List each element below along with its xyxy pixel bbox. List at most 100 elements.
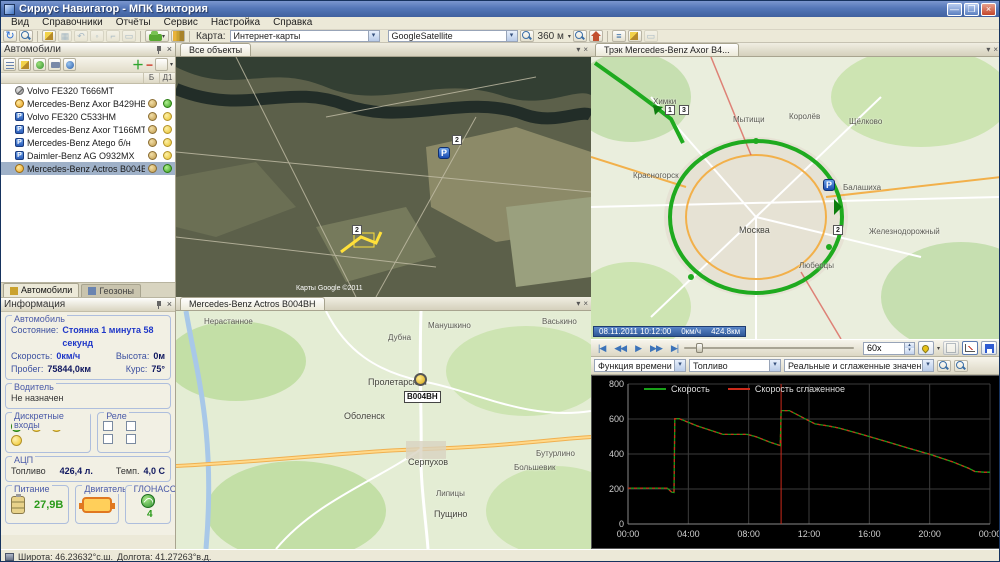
pin-icon[interactable] [155, 301, 163, 309]
close-icon[interactable]: × [993, 45, 998, 54]
relay-checkbox-4[interactable] [126, 434, 136, 444]
scale-value[interactable]: 360 м [536, 31, 566, 42]
marker-badge[interactable]: 2 [452, 135, 462, 145]
skip-start-button[interactable]: |◀ [595, 341, 608, 355]
remove-vehicle-button[interactable]: − [146, 60, 153, 70]
vehicle-row[interactable]: Mercedes-Benz Axor Т166МТ [1, 123, 175, 136]
refresh-button[interactable]: ↻ [3, 30, 17, 42]
relay-checkbox-3[interactable] [103, 434, 113, 444]
chart-parameter-combo[interactable]: Топливо▾ [689, 359, 781, 372]
paint-button[interactable] [18, 58, 31, 71]
close-button[interactable]: × [981, 3, 996, 16]
skip-end-button[interactable]: ▶| [668, 341, 681, 355]
vehicle-dropdown-button[interactable]: ▾ [145, 30, 169, 42]
chart-values-combo[interactable]: Реальные и сглаженные значен▾ [784, 359, 934, 372]
vehicle-row[interactable]: Volvo FE320 Т666МТ [1, 84, 175, 97]
chart-mode-combo[interactable]: Функция времени▾ [594, 359, 686, 372]
parking-marker[interactable]: P [438, 147, 450, 159]
slider-thumb[interactable] [696, 343, 703, 353]
edit-button[interactable] [42, 30, 56, 42]
menu-spravochniki[interactable]: Справочники [36, 17, 109, 29]
playback-speed-spinner[interactable]: 60x▴▾ [863, 342, 915, 355]
notes-button[interactable] [628, 30, 642, 42]
tab-vehicles[interactable]: Автомобили [3, 283, 79, 297]
view-mode-button[interactable] [155, 58, 168, 71]
tab-geozones[interactable]: Геозоны [81, 284, 141, 297]
status-dot-d1 [163, 112, 172, 121]
parking-marker[interactable]: P [823, 179, 835, 191]
zoom-out-button[interactable] [573, 30, 587, 42]
camera-button[interactable] [48, 58, 61, 71]
vehicle-marker[interactable] [414, 373, 427, 386]
menu-spravka[interactable]: Справка [267, 17, 318, 29]
rewind-button[interactable]: ◀◀ [611, 341, 629, 355]
ruler-button[interactable]: ⌐ [106, 30, 120, 42]
vehicle-row[interactable]: Daimler-Benz AG О932МХ [1, 149, 175, 162]
map-source-combo[interactable]: Интернет-карты▾ [230, 30, 380, 42]
chart-button[interactable] [171, 30, 185, 42]
relay-checkbox-1[interactable] [103, 421, 113, 431]
globe-button[interactable] [63, 58, 76, 71]
menu-servis[interactable]: Сервис [158, 17, 204, 29]
tab-track[interactable]: Трэк Mercedes-Benz Axor В4... [595, 43, 739, 56]
sort-button[interactable] [3, 58, 16, 71]
track-flag[interactable]: 3 [679, 105, 689, 115]
add-vehicle-button[interactable]: ＋ [132, 59, 144, 71]
grid-button[interactable]: ▦ [58, 30, 72, 42]
marker-mode-button[interactable] [918, 341, 934, 355]
chevron-down-icon[interactable]: ▾ [170, 61, 173, 68]
spin-down-icon[interactable]: ▾ [905, 348, 914, 354]
pin-icon[interactable] [155, 46, 163, 54]
menu-nastroyka[interactable]: Настройка [205, 17, 266, 29]
maximize-button[interactable]: ❐ [964, 3, 979, 16]
close-icon[interactable]: × [583, 45, 588, 54]
menu-otchety[interactable]: Отчёты [110, 17, 157, 29]
tab-list-icon[interactable]: ▾ [986, 45, 990, 54]
vehicle-row[interactable]: Mercedes-Benz Axor В429НВ [1, 97, 175, 110]
column-b[interactable]: Б [143, 73, 159, 83]
extra-button[interactable]: ▭ [644, 30, 658, 42]
home-button[interactable] [589, 30, 603, 42]
play-button[interactable]: ▶ [632, 341, 644, 355]
fast-forward-button[interactable]: ▶▶ [647, 341, 665, 355]
map-layer-combo[interactable]: GoogleSatellite▾ [388, 30, 518, 42]
map-label: Нерастанное [204, 317, 253, 326]
minimize-button[interactable]: — [947, 3, 962, 16]
follow-checkbox[interactable] [943, 341, 959, 355]
tab-list-icon[interactable]: ▾ [576, 299, 580, 308]
save-button[interactable] [981, 341, 997, 355]
tab-actros-map[interactable]: Mercedes-Benz Actros В004ВН [180, 297, 325, 310]
actros-map[interactable]: Нерастанное Манушкино Васькино Дубна Про… [176, 311, 591, 549]
satellite-map[interactable]: P 2 2 Карты Google ©2011 [176, 57, 591, 297]
marker-badge[interactable]: 2 [352, 225, 362, 235]
show-on-map-button[interactable] [33, 58, 46, 71]
tab-all-objects[interactable]: Все объекты [180, 43, 251, 56]
chevron-down-icon[interactable]: ▾ [568, 33, 571, 40]
vehicle-row-selected[interactable]: Mercedes-Benz Actros В004ВН [1, 162, 175, 175]
search-button[interactable] [19, 30, 33, 42]
track-flag[interactable]: 2 [833, 225, 843, 235]
show-chart-button[interactable] [962, 341, 978, 355]
vehicle-row[interactable]: Volvo FE320 С533НМ [1, 110, 175, 123]
close-icon[interactable]: × [167, 300, 172, 309]
marker-button[interactable]: ◦ [90, 30, 104, 42]
vehicle-marker-label: В004ВН [404, 391, 441, 403]
close-icon[interactable]: × [583, 299, 588, 308]
zoom-in-button[interactable] [520, 30, 534, 42]
area-button[interactable]: ▭ [122, 30, 136, 42]
chart-zoom-in-button[interactable] [937, 360, 951, 372]
playback-slider[interactable] [684, 343, 854, 353]
close-icon[interactable]: × [167, 45, 172, 54]
column-d1[interactable]: Д1 [159, 73, 175, 83]
legend-button[interactable]: ≡ [612, 30, 626, 42]
relay-checkbox-2[interactable] [126, 421, 136, 431]
tab-list-icon[interactable]: ▾ [576, 45, 580, 54]
vehicle-row[interactable]: Mercedes-Benz Atego б/н [1, 136, 175, 149]
chart-zoom-out-button[interactable] [954, 360, 968, 372]
fuel-chart[interactable]: 020040060080000:0004:0008:0012:0016:0020… [591, 375, 1000, 549]
menu-vid[interactable]: Вид [5, 17, 35, 29]
undo-button[interactable]: ↶ [74, 30, 88, 42]
chevron-down-icon[interactable]: ▾ [937, 345, 940, 352]
track-map[interactable]: 1 3 2 P Химки Мытищи Королёв Щёлково Кра… [591, 57, 1000, 339]
track-flag[interactable]: 1 [665, 105, 675, 115]
